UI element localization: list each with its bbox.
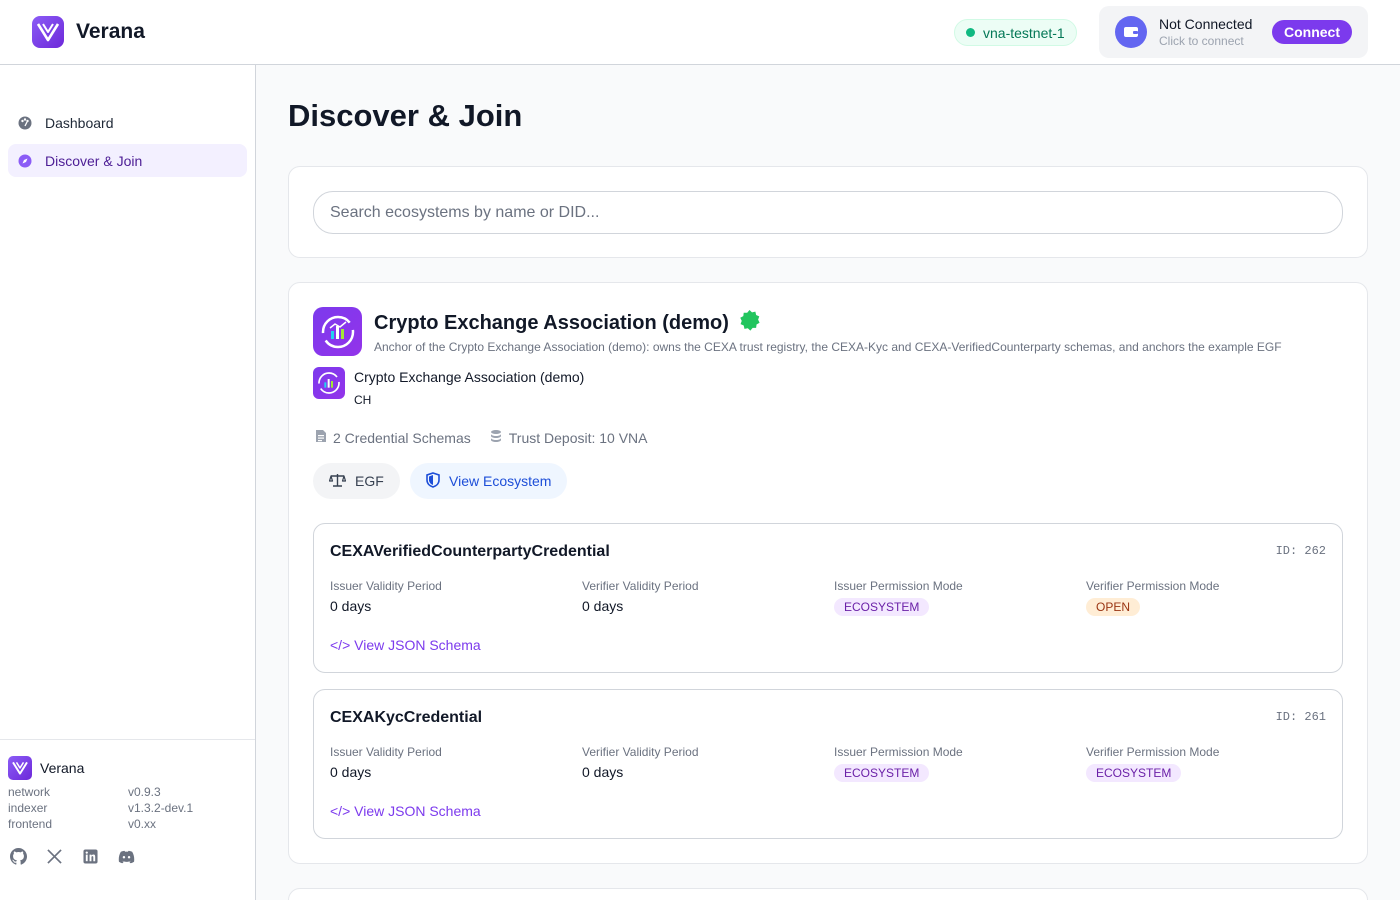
verana-logo-icon xyxy=(32,16,64,48)
field-label: Verifier Permission Mode xyxy=(1086,745,1220,759)
wallet-status: Not Connected xyxy=(1159,16,1253,32)
version-label: frontend xyxy=(8,817,53,831)
footer-brand: Verana xyxy=(8,756,84,780)
schema-card: CEXAKycCredential ID: 261 Issuer Validit… xyxy=(313,689,1343,839)
verified-badge-icon xyxy=(739,310,760,337)
trust-deposit-item: Trust Deposit: 10 VNA xyxy=(489,429,648,446)
field-label: Issuer Validity Period xyxy=(330,579,442,593)
search-input[interactable] xyxy=(313,191,1343,234)
connect-button[interactable]: Connect xyxy=(1272,20,1352,44)
ecosystem-description: Anchor of the Crypto Exchange Associatio… xyxy=(374,340,1282,354)
network-status-dot-icon xyxy=(966,28,975,37)
issuer-mode-field: Issuer Permission Mode ECOSYSTEM xyxy=(834,745,1074,782)
scale-icon xyxy=(328,473,347,490)
version-value: v0.xx xyxy=(128,817,157,831)
wallet-icon xyxy=(1115,16,1147,48)
ecosystem-card xyxy=(288,888,1368,900)
organization-name: Crypto Exchange Association (demo) xyxy=(354,369,585,385)
discord-icon[interactable] xyxy=(118,848,135,865)
field-label: Issuer Validity Period xyxy=(330,745,442,759)
ecosystem-title[interactable]: Crypto Exchange Association (demo) xyxy=(374,310,760,337)
top-bar: Verana vna-testnet-1 Not Connected Click… xyxy=(0,0,1400,65)
sidebar-footer: Verana network v0.9.3 indexer v1.3.2-dev… xyxy=(0,739,255,900)
issuer-mode-field: Issuer Permission Mode ECOSYSTEM xyxy=(834,579,1074,616)
issuer-validity-field: Issuer Validity Period 0 days xyxy=(330,745,570,780)
verifier-validity-field: Verifier Validity Period 0 days xyxy=(582,745,822,780)
view-json-schema-link[interactable]: </> View JSON Schema xyxy=(330,803,481,819)
schema-id: ID: 261 xyxy=(1275,710,1326,724)
egf-label: EGF xyxy=(355,473,384,489)
field-label: Issuer Permission Mode xyxy=(834,745,963,759)
ecosystem-card: Crypto Exchange Association (demo) Ancho… xyxy=(288,282,1368,864)
schema-id: ID: 262 xyxy=(1275,544,1326,558)
version-row: network v0.9.3 xyxy=(8,785,248,799)
verifier-mode-field: Verifier Permission Mode OPEN xyxy=(1086,579,1326,616)
github-icon[interactable] xyxy=(10,848,27,865)
sidebar-item-dashboard[interactable]: Dashboard xyxy=(8,106,247,139)
egf-button[interactable]: EGF xyxy=(313,463,400,499)
shield-icon xyxy=(426,471,440,491)
x-icon[interactable] xyxy=(46,848,63,865)
field-value: 0 days xyxy=(582,598,624,614)
brand-name: Verana xyxy=(76,20,145,43)
network-name: vna-testnet-1 xyxy=(983,24,1065,41)
verifier-mode-field: Verifier Permission Mode ECOSYSTEM xyxy=(1086,745,1326,782)
view-ecosystem-button[interactable]: View Ecosystem xyxy=(410,463,568,499)
verifier-validity-field: Verifier Validity Period 0 days xyxy=(582,579,822,614)
ecosystem-logo-icon xyxy=(313,307,362,356)
network-pill[interactable]: vna-testnet-1 xyxy=(954,19,1077,46)
ecosystem-meta: 2 Credential Schemas Trust Deposit: 10 V… xyxy=(315,429,648,446)
field-label: Issuer Permission Mode xyxy=(834,579,963,593)
wallet-widget[interactable]: Not Connected Click to connect Connect xyxy=(1099,6,1368,58)
social-links xyxy=(10,848,135,865)
status-badge: ECOSYSTEM xyxy=(834,764,930,782)
brand[interactable]: Verana xyxy=(32,16,145,48)
trust-deposit: Trust Deposit: 10 VNA xyxy=(508,429,648,446)
sidebar-item-label: Dashboard xyxy=(45,114,114,131)
field-label: Verifier Validity Period xyxy=(582,579,699,593)
view-ecosystem-label: View Ecosystem xyxy=(449,473,552,489)
version-label: indexer xyxy=(8,801,48,815)
search-card xyxy=(288,166,1368,258)
verana-logo-icon xyxy=(8,756,32,780)
schemas-count-item: 2 Credential Schemas xyxy=(315,429,471,446)
organization-country: CH xyxy=(354,393,372,407)
schema-name: CEXAKycCredential xyxy=(330,709,483,726)
field-value: 0 days xyxy=(582,764,624,780)
schemas-count: 2 Credential Schemas xyxy=(333,429,471,446)
version-row: indexer v1.3.2-dev.1 xyxy=(8,801,248,815)
version-label: network xyxy=(8,785,51,799)
version-value: v0.9.3 xyxy=(128,785,161,799)
schema-name: CEXAVerifiedCounterpartyCredential xyxy=(330,543,610,560)
wallet-hint: Click to connect xyxy=(1159,34,1244,48)
status-badge: OPEN xyxy=(1086,598,1141,616)
footer-brand-name: Verana xyxy=(40,760,85,776)
status-badge: ECOSYSTEM xyxy=(1086,764,1182,782)
field-label: Verifier Permission Mode xyxy=(1086,579,1220,593)
version-row: frontend v0.xx xyxy=(8,817,248,831)
sidebar: Dashboard Discover & Join Verana network… xyxy=(0,65,256,900)
field-label: Verifier Validity Period xyxy=(582,745,699,759)
sidebar-item-discover-join[interactable]: Discover & Join xyxy=(8,144,247,177)
dashboard-icon xyxy=(18,116,32,130)
ecosystem-name: Crypto Exchange Association (demo) xyxy=(374,312,729,334)
page-title: Discover & Join xyxy=(288,98,523,133)
sidebar-item-label: Discover & Join xyxy=(45,152,143,169)
schema-card: CEXAVerifiedCounterpartyCredential ID: 2… xyxy=(313,523,1343,673)
document-icon xyxy=(315,429,327,446)
issuer-validity-field: Issuer Validity Period 0 days xyxy=(330,579,570,614)
field-value: 0 days xyxy=(330,598,372,614)
organization-logo-icon xyxy=(313,367,345,399)
coins-icon xyxy=(489,429,503,446)
view-json-schema-link[interactable]: </> View JSON Schema xyxy=(330,637,481,653)
version-value: v1.3.2-dev.1 xyxy=(128,801,194,815)
compass-icon xyxy=(18,154,32,168)
field-value: 0 days xyxy=(330,764,372,780)
linkedin-icon[interactable] xyxy=(82,848,99,865)
status-badge: ECOSYSTEM xyxy=(834,598,930,616)
